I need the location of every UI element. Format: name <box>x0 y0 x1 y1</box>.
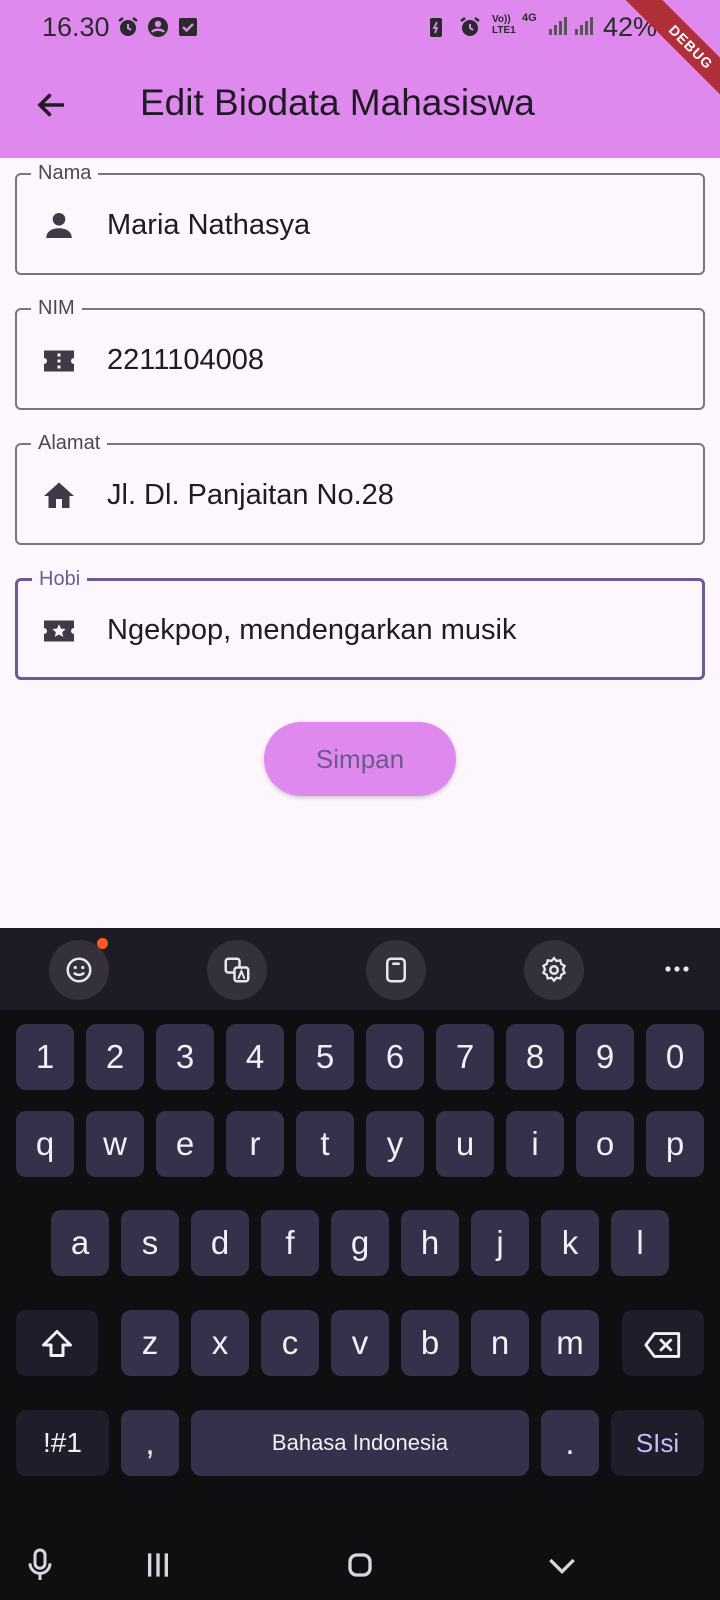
app-bar: 16.30 Vo)) LTE1 4G 42% DEBUG Edit Biodat… <box>0 0 720 158</box>
symbols-key[interactable]: !#1 <box>16 1410 109 1476</box>
status-bar: 16.30 Vo)) LTE1 4G 42% <box>0 0 720 56</box>
key-y[interactable]: y <box>366 1111 424 1177</box>
volte-label: Vo)) LTE1 <box>492 14 516 36</box>
back-button[interactable] <box>34 87 70 123</box>
home-button[interactable] <box>340 1545 380 1585</box>
notification-dot <box>97 938 108 949</box>
key-b[interactable]: b <box>401 1310 459 1376</box>
key-z[interactable]: z <box>121 1310 179 1376</box>
status-time: 16.30 <box>42 12 110 42</box>
key-8[interactable]: 8 <box>506 1024 564 1090</box>
microphone-icon <box>28 1548 52 1580</box>
voice-input-button[interactable] <box>20 1545 60 1585</box>
recent-apps-icon <box>148 1553 168 1577</box>
key-n[interactable]: n <box>471 1310 529 1376</box>
battery-saver-icon <box>424 15 448 39</box>
nim-label: NIM <box>31 296 82 320</box>
hide-keyboard-button[interactable] <box>542 1545 582 1585</box>
keyboard: 1234567890 qwertyuiop asdfghjkl zxcvbnm !#1… <box>0 928 720 1525</box>
key-1[interactable]: 1 <box>16 1024 74 1090</box>
emoji-button[interactable] <box>49 940 109 1000</box>
clipboard-button[interactable] <box>366 940 426 1000</box>
hobi-value: Ngekpop, mendengarkan musik <box>107 614 517 646</box>
key-f[interactable]: f <box>261 1210 319 1276</box>
key-2[interactable]: 2 <box>86 1024 144 1090</box>
settings-icon <box>541 956 567 983</box>
hobi-field[interactable]: Hobi Ngekpop, mendengarkan musik <box>15 567 705 680</box>
alamat-value: Jl. Dl. Panjaitan No.28 <box>107 479 394 511</box>
key-r[interactable]: r <box>226 1111 284 1177</box>
shift-icon <box>42 1330 72 1358</box>
key-5[interactable]: 5 <box>296 1024 354 1090</box>
key-7[interactable]: 7 <box>436 1024 494 1090</box>
key-p[interactable]: p <box>646 1111 704 1177</box>
alamat-field[interactable]: Alamat Jl. Dl. Panjaitan No.28 <box>15 431 705 545</box>
key-o[interactable]: o <box>576 1111 634 1177</box>
star-ticket-icon <box>44 620 74 642</box>
account-icon <box>146 15 170 39</box>
key-e[interactable]: e <box>156 1111 214 1177</box>
period-key[interactable]: . <box>541 1410 599 1476</box>
key-k[interactable]: k <box>541 1210 599 1276</box>
nim-field[interactable]: NIM 2211104008 <box>15 296 705 410</box>
key-l[interactable]: l <box>611 1210 669 1276</box>
home-nav-icon <box>348 1553 372 1577</box>
key-g[interactable]: g <box>331 1210 389 1276</box>
key-9[interactable]: 9 <box>576 1024 634 1090</box>
action-key[interactable]: SIsi <box>611 1410 704 1476</box>
navigation-bar <box>0 1525 720 1600</box>
more-options-button[interactable] <box>662 954 692 984</box>
hobi-label: Hobi <box>32 567 88 591</box>
key-s[interactable]: s <box>121 1210 179 1276</box>
badge-icon <box>44 350 74 372</box>
recent-apps-button[interactable] <box>138 1545 178 1585</box>
space-key[interactable]: Bahasa Indonesia <box>191 1410 529 1476</box>
key-q[interactable]: q <box>16 1111 74 1177</box>
alarm-icon <box>116 15 140 39</box>
key-4[interactable]: 4 <box>226 1024 284 1090</box>
nama-label: Nama <box>31 161 99 185</box>
key-6[interactable]: 6 <box>366 1024 424 1090</box>
key-d[interactable]: d <box>191 1210 249 1276</box>
backspace-icon <box>644 1332 681 1359</box>
backspace-key[interactable] <box>622 1310 704 1376</box>
translate-button[interactable] <box>207 940 267 1000</box>
shift-key[interactable] <box>16 1310 98 1376</box>
arrow-back-icon <box>37 93 64 117</box>
checkbox-icon <box>176 15 200 39</box>
chevron-down-icon <box>549 1558 575 1575</box>
nama-field[interactable]: Nama Maria Nathasya <box>15 161 705 275</box>
alarm-icon <box>458 15 482 39</box>
key-x[interactable]: x <box>191 1310 249 1376</box>
key-m[interactable]: m <box>541 1310 599 1376</box>
signal-icon <box>548 16 568 41</box>
person-icon <box>46 212 72 238</box>
key-3[interactable]: 3 <box>156 1024 214 1090</box>
nim-value: 2211104008 <box>107 344 264 376</box>
key-w[interactable]: w <box>86 1111 144 1177</box>
alamat-label: Alamat <box>31 431 108 455</box>
key-h[interactable]: h <box>401 1210 459 1276</box>
key-t[interactable]: t <box>296 1111 354 1177</box>
key-j[interactable]: j <box>471 1210 529 1276</box>
key-c[interactable]: c <box>261 1310 319 1376</box>
nama-value: Maria Nathasya <box>107 209 311 241</box>
key-a[interactable]: a <box>51 1210 109 1276</box>
translate-icon <box>224 957 250 983</box>
clipboard-icon <box>386 957 406 983</box>
key-i[interactable]: i <box>506 1111 564 1177</box>
signal-icon <box>574 16 594 41</box>
emoji-icon <box>66 957 92 983</box>
network-label: 4G <box>522 12 537 24</box>
key-v[interactable]: v <box>331 1310 389 1376</box>
page-title: Edit Biodata Mahasiswa <box>140 82 535 123</box>
comma-key[interactable]: , <box>121 1410 179 1476</box>
save-button[interactable]: Simpan <box>264 722 456 796</box>
home-icon <box>44 482 74 508</box>
settings-button[interactable] <box>524 940 584 1000</box>
key-0[interactable]: 0 <box>646 1024 704 1090</box>
more-icon <box>665 966 689 972</box>
key-u[interactable]: u <box>436 1111 494 1177</box>
keyboard-toolbar <box>0 928 720 1010</box>
